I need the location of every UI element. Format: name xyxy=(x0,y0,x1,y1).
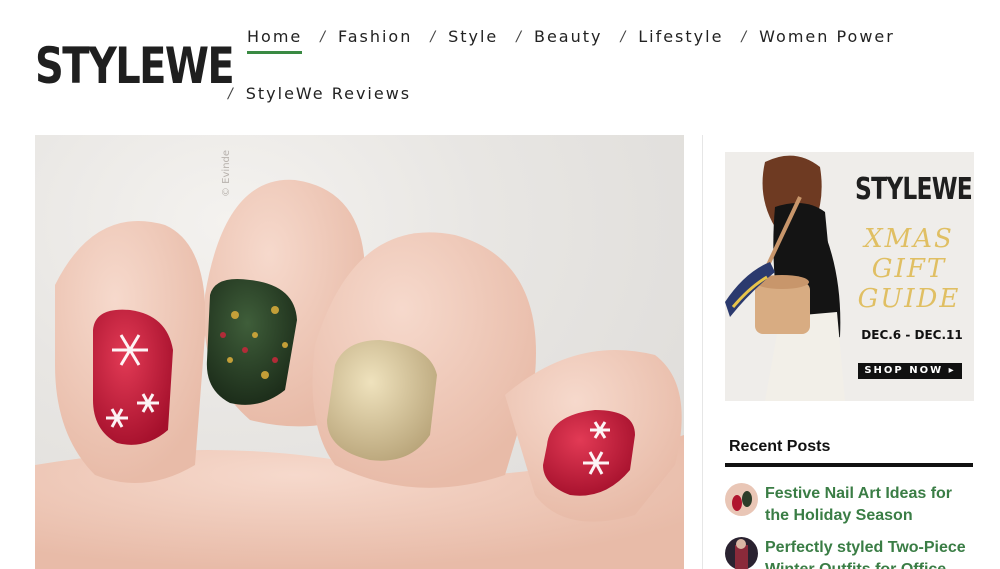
recent-post-item[interactable]: Festive Nail Art Ideas for the Holiday S… xyxy=(725,483,973,527)
nav-separator: / xyxy=(620,28,626,45)
nav-separator: / xyxy=(516,28,521,45)
nav-link-fashion[interactable]: Fashion xyxy=(338,27,412,52)
featured-post-image[interactable]: © Evinde xyxy=(35,135,684,569)
nail-art-photo xyxy=(35,179,684,569)
site-logo[interactable]: STYLEWE xyxy=(35,36,235,96)
nav-link-lifestyle[interactable]: Lifestyle xyxy=(638,27,723,52)
nav-separator: / xyxy=(430,28,436,45)
nav-separator: / xyxy=(741,28,747,45)
ad-title-line: XMAS xyxy=(864,224,954,254)
ad-title-line: GIFT xyxy=(871,254,947,284)
recent-post-item[interactable]: Perfectly styled Two-Piece Winter Outfit… xyxy=(725,537,973,569)
nav-row-secondary: / StyleWe Reviews xyxy=(228,84,411,109)
xmas-gift-guide-banner[interactable]: STYLEWE XMAS GIFT GUIDE DEC.6 - DEC.11 S… xyxy=(725,152,974,401)
recent-posts-heading: Recent Posts xyxy=(729,438,831,455)
nav-link-women-power[interactable]: Women Power xyxy=(759,27,895,52)
column-divider xyxy=(702,135,703,569)
nail-thumbnail[interactable] xyxy=(725,483,758,516)
recent-posts-divider xyxy=(725,463,973,467)
nav-link-stylewe-reviews[interactable]: StyleWe Reviews xyxy=(246,84,411,109)
nav-link-beauty[interactable]: Beauty xyxy=(534,27,603,52)
nav-separator: / xyxy=(228,85,233,102)
nav-separator: / xyxy=(320,28,325,45)
recent-post-link[interactable]: Perfectly styled Two-Piece Winter Outfit… xyxy=(765,537,973,569)
nav-link-style[interactable]: Style xyxy=(448,27,498,52)
ad-title-line: GUIDE xyxy=(857,284,961,314)
photo-watermark: © Evinde xyxy=(221,149,232,197)
recent-post-link[interactable]: Festive Nail Art Ideas for the Holiday S… xyxy=(765,483,973,527)
ad-brand-logo: STYLEWE xyxy=(855,172,973,207)
nav-link-home[interactable]: Home xyxy=(247,27,303,54)
nav-row-primary: Home / Fashion / Style / Beauty / Lifest… xyxy=(247,27,895,54)
shop-now-button[interactable]: SHOP NOW ▸ xyxy=(858,363,962,379)
ad-dates: DEC.6 - DEC.11 xyxy=(861,328,963,342)
outfit-thumbnail[interactable] xyxy=(725,537,758,569)
ad-title: XMAS GIFT GUIDE xyxy=(847,224,971,314)
